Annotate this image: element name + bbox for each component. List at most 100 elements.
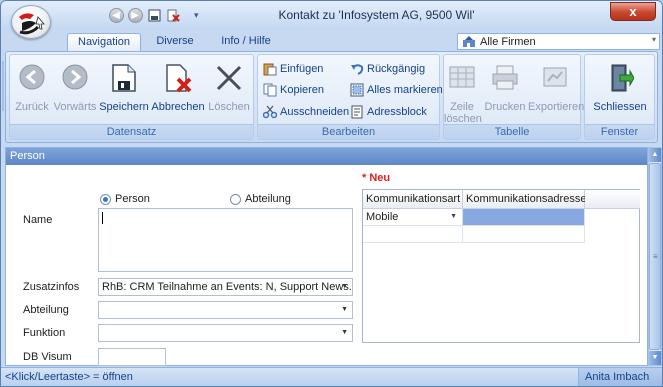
scroll-thumb[interactable]: ≡ — [649, 163, 661, 350]
group-label-tabelle: Tabelle — [444, 124, 580, 139]
chevron-down-icon: ▼ — [341, 306, 348, 313]
paste-icon — [263, 63, 277, 76]
export-icon — [543, 67, 567, 87]
text-caret — [102, 212, 103, 224]
delete-button-label: Löschen — [208, 101, 250, 113]
tab-info-hilfe[interactable]: Info / Hilfe — [215, 33, 277, 51]
forward-arrow-icon — [62, 64, 88, 90]
form-area: Person * Neu Person Abteilung Name Zusat… — [5, 147, 648, 366]
paste-button-label: Einfügen — [280, 63, 324, 75]
zusatzinfos-label: Zusatzinfos — [23, 281, 80, 293]
zusatzinfos-value: RhB: CRM Teilnahme an Events: N, Support… — [102, 281, 353, 293]
copy-button[interactable]: Kopieren — [263, 82, 324, 98]
grid-new-row-adresse[interactable] — [463, 226, 585, 243]
exit-door-icon — [611, 64, 634, 92]
undo-button-label: Rückgängig — [367, 63, 426, 75]
new-record-marker: * Neu — [362, 172, 391, 184]
export-button-label: Exportieren — [528, 101, 585, 113]
copy-button-label: Kopieren — [280, 84, 325, 96]
forward-button[interactable]: Vorwärts — [52, 59, 98, 121]
print-button-label: Drucken — [484, 101, 526, 113]
group-bearbeiten: Einfügen Kopieren Ausschneiden Rückgängi… — [257, 54, 443, 140]
group-fenster: Schliessen Fenster — [584, 54, 655, 140]
delete-button[interactable]: Löschen — [206, 59, 252, 121]
window-title: Kontakt zu 'Infosystem AG, 9500 Wil' — [278, 8, 475, 22]
address-block-button-label: Adressblock — [367, 106, 427, 118]
cancel-button[interactable]: Abbrechen — [150, 59, 206, 121]
chevron-down-icon: ▼ — [341, 329, 348, 336]
vertical-scrollbar[interactable]: ▲ ≡ ▼ — [648, 147, 662, 366]
app-logo-icon — [19, 13, 45, 35]
group-label-datensatz: Datensatz — [10, 124, 253, 139]
select-all-icon — [350, 83, 364, 97]
radio-person-indicator — [100, 193, 111, 205]
back-button[interactable]: Zurück — [12, 59, 52, 121]
group-label-fenster: Fenster — [585, 124, 654, 139]
forward-button-label: Vorwärts — [53, 101, 97, 113]
grid-new-row-art[interactable] — [363, 226, 463, 243]
chevron-down-icon: ▼ — [341, 283, 348, 290]
scroll-down-button[interactable]: ▼ — [649, 351, 661, 365]
grid-header-filler — [585, 190, 640, 209]
scissors-icon — [263, 105, 277, 119]
zusatzinfos-combo[interactable]: RhB: CRM Teilnahme an Events: N, Support… — [98, 278, 353, 296]
select-all-button[interactable]: Alles markieren — [350, 82, 443, 98]
group-label-bearbeiten: Bearbeiten — [258, 124, 439, 139]
status-hint: <Klick/Leertaste> = öffnen — [5, 371, 133, 383]
save-button-label: Speichern — [99, 101, 149, 113]
title-bar: ◀ ▶ ▾ Kontakt zu 'Infosystem AG, 9500 Wi… — [1, 1, 662, 29]
ribbon: Zurück Vorwärts Speichern Abbrechen Lösc… — [5, 51, 658, 143]
print-button[interactable]: Drucken — [482, 59, 528, 121]
print-icon — [492, 65, 518, 90]
window-close-button[interactable]: x — [610, 2, 656, 21]
name-textarea[interactable] — [98, 208, 353, 272]
save-button[interactable]: Speichern — [98, 59, 150, 121]
save-icon — [112, 64, 136, 92]
undo-icon — [351, 64, 364, 75]
application-menu-button[interactable] — [11, 5, 51, 39]
abteilung-label: Abteilung — [23, 304, 69, 316]
name-label: Name — [23, 214, 53, 226]
address-block-button[interactable]: Adressblock — [350, 104, 427, 120]
cut-button-label: Ausschneiden — [280, 106, 350, 118]
radio-abteilung-label: Abteilung — [245, 193, 291, 205]
radio-person-label: Person — [115, 193, 150, 205]
db-visum-field[interactable] — [98, 348, 166, 366]
funktion-label: Funktion — [23, 327, 66, 339]
grid-header-kommunikationsadresse[interactable]: Kommunikationsadresse — [463, 190, 586, 209]
delete-row-icon — [449, 66, 475, 88]
copy-icon — [263, 83, 277, 97]
address-block-icon — [351, 105, 363, 119]
grid-header-kommunikationsart[interactable]: Kommunikationsart — [363, 190, 463, 209]
splitter-grip[interactable] — [2, 61, 4, 111]
cut-button[interactable]: Ausschneiden — [263, 104, 349, 120]
scroll-up-button[interactable]: ▲ — [649, 148, 661, 162]
select-all-button-label: Alles markieren — [367, 84, 443, 96]
funktion-combo[interactable]: ▼ — [98, 324, 353, 342]
undo-button[interactable]: Rückgängig — [350, 61, 425, 77]
abteilung-combo[interactable]: ▼ — [98, 301, 353, 319]
tab-navigation[interactable]: Navigation — [67, 33, 141, 51]
export-button[interactable]: Exportieren — [528, 59, 585, 121]
chevron-down-icon: ▾ — [651, 35, 656, 44]
back-button-label: Zurück — [15, 101, 49, 113]
main-window: ◀ ▶ ▾ Kontakt zu 'Infosystem AG, 9500 Wi… — [0, 0, 663, 387]
close-window-button[interactable]: Schliessen — [587, 59, 653, 121]
grid-cell-art-value: Mobile — [366, 211, 399, 223]
close-window-button-label: Schliessen — [593, 101, 647, 113]
grid-cell-kommunikationsadresse[interactable] — [463, 209, 585, 226]
company-selector[interactable]: Alle Firmen ▾ — [457, 33, 660, 50]
radio-person[interactable]: Person — [100, 193, 150, 205]
company-icon — [463, 35, 475, 47]
delete-row-button[interactable]: Zeile löschen — [444, 59, 482, 125]
scroll-grip-icon: ≡ — [653, 252, 658, 261]
chevron-down-icon: ▼ — [450, 213, 457, 220]
radio-abteilung[interactable]: Abteilung — [230, 193, 291, 205]
delete-row-label-line1: Zeile — [450, 101, 474, 113]
grid-cell-kommunikationsart[interactable]: Mobile ▼ — [363, 209, 463, 226]
db-visum-label: DB Visum — [23, 351, 72, 363]
tab-diverse[interactable]: Diverse — [151, 33, 199, 51]
cancel-icon — [166, 64, 192, 93]
paste-button[interactable]: Einfügen — [263, 61, 323, 77]
group-datensatz: Zurück Vorwärts Speichern Abbrechen Lösc… — [9, 54, 254, 140]
